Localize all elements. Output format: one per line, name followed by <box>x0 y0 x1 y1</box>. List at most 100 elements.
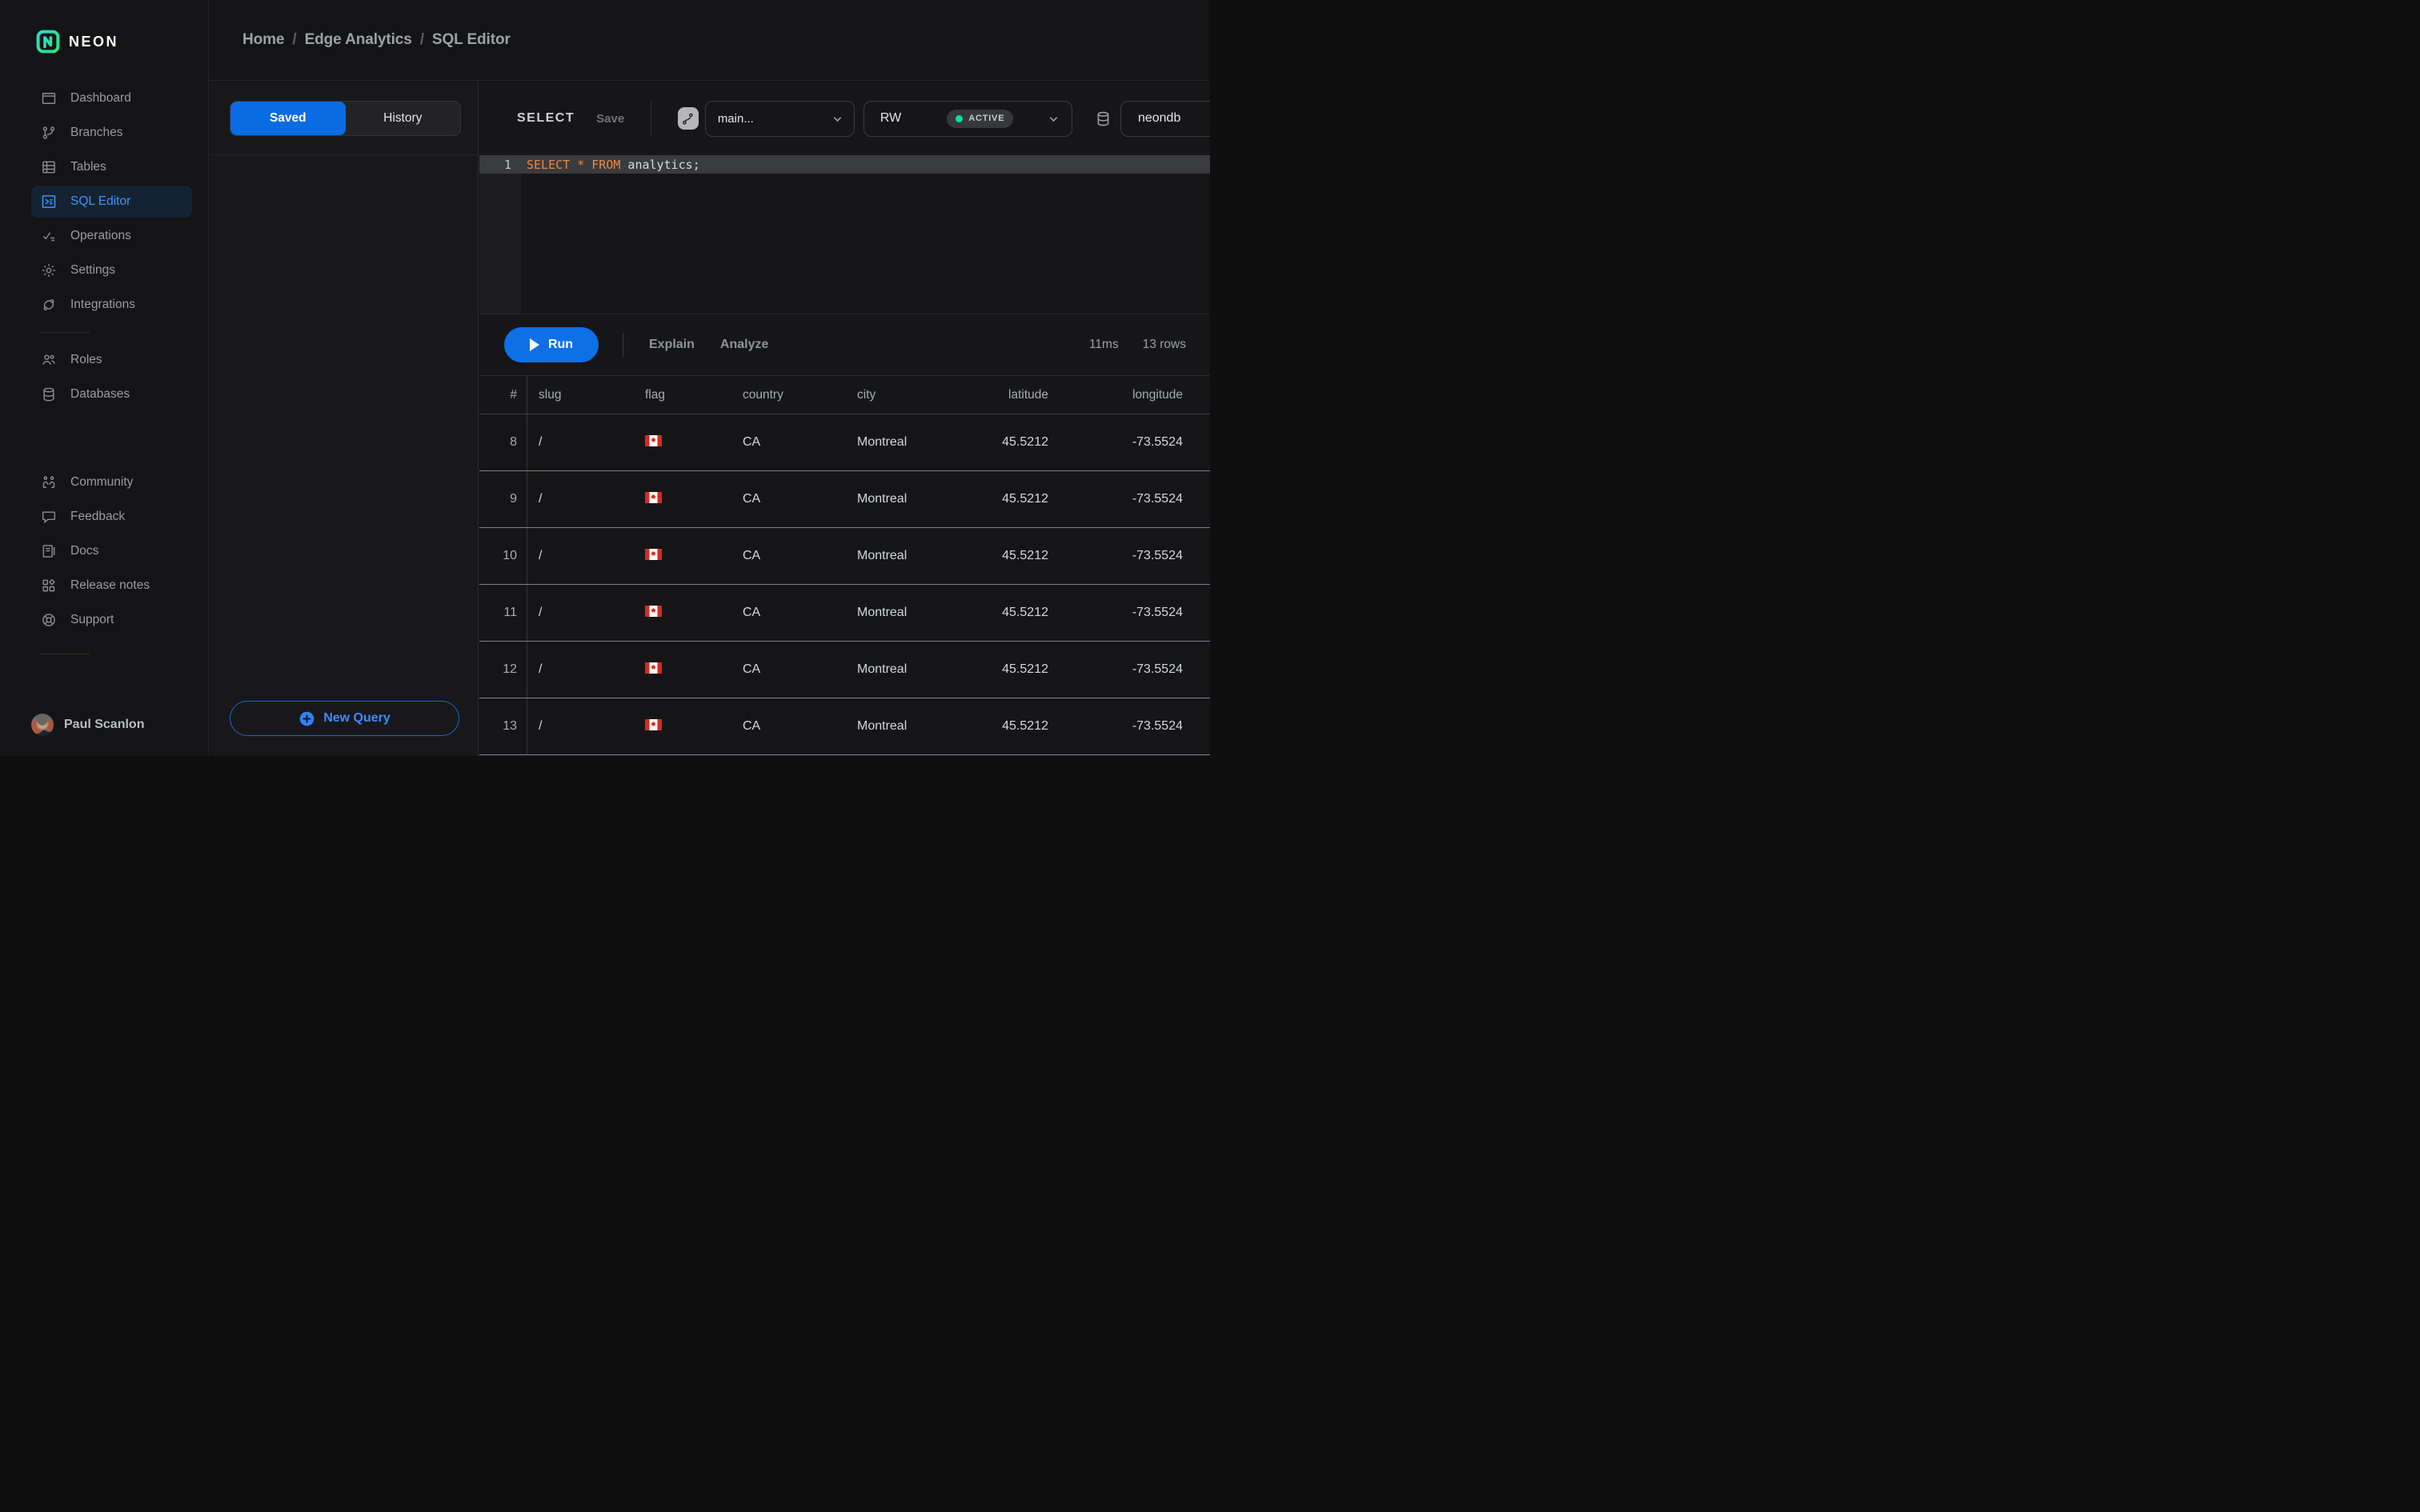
gear-icon <box>41 262 57 278</box>
compute-select-value: RW <box>880 111 901 126</box>
canada-flag-icon <box>645 492 662 503</box>
cell-latitude: 45.5212 <box>991 606 1048 620</box>
sidebar-divider <box>40 332 90 333</box>
query-type-label: SELECT <box>517 111 575 126</box>
git-branch-icon <box>41 125 57 141</box>
sidebar-item-label: Docs <box>70 544 98 558</box>
analyze-button[interactable]: Analyze <box>720 338 768 352</box>
explain-button[interactable]: Explain <box>649 338 695 352</box>
cell-flag <box>634 662 731 678</box>
canada-flag-icon <box>645 662 662 674</box>
cell-longitude: -73.5524 <box>1048 662 1183 677</box>
user-menu[interactable]: Paul Scanlon <box>31 714 144 736</box>
column-header-country: country <box>731 388 846 402</box>
tab-history[interactable]: History <box>346 102 461 135</box>
sidebar-item-support[interactable]: Support <box>31 604 192 636</box>
cell-country: CA <box>731 549 846 563</box>
canada-flag-icon <box>645 719 662 730</box>
sidebar-item-docs[interactable]: Docs <box>31 535 192 567</box>
chevron-down-icon <box>831 112 844 126</box>
query-toolbar: Run Explain Analyze 11ms 13 rows <box>479 314 1210 376</box>
cell-latitude: 45.5212 <box>991 492 1048 506</box>
sidebar-item-release-notes[interactable]: Release notes <box>31 570 192 602</box>
avatar <box>31 714 54 736</box>
breadcrumb-home[interactable]: Home <box>242 31 284 49</box>
save-query-button[interactable]: Save <box>596 112 624 126</box>
cell-longitude: -73.5524 <box>1048 719 1183 734</box>
cell-slug: / <box>527 662 634 677</box>
cell-slug: / <box>527 435 634 450</box>
brand-logo[interactable]: NEON <box>0 0 208 54</box>
sidebar-item-label: Tables <box>70 160 106 174</box>
cell-flag <box>634 606 731 621</box>
saved-queries-panel: Saved History New Query <box>210 82 479 756</box>
sidebar-item-feedback[interactable]: Feedback <box>31 501 192 533</box>
cell-slug: / <box>527 492 634 506</box>
cell-longitude: -73.5524 <box>1048 492 1183 506</box>
integrations-icon <box>41 297 57 313</box>
cell-slug: / <box>527 549 634 563</box>
checklist-icon <box>41 228 57 244</box>
cell-flag <box>634 435 731 450</box>
cell-city: Montreal <box>846 435 991 450</box>
results-header-row: # slug flag country city latitude longit… <box>479 376 1210 414</box>
row-index: 11 <box>479 585 527 641</box>
cell-latitude: 45.5212 <box>991 719 1048 734</box>
breadcrumb-page[interactable]: SQL Editor <box>432 31 511 49</box>
cell-city: Montreal <box>846 662 991 677</box>
sidebar-item-label: Dashboard <box>70 91 131 106</box>
sidebar-item-sql-editor[interactable]: SQL Editor <box>31 186 192 218</box>
column-header-longitude: longitude <box>1048 388 1183 402</box>
active-status-dot <box>956 115 963 122</box>
cell-country: CA <box>731 492 846 506</box>
row-index: 13 <box>479 698 527 754</box>
results-table: # slug flag country city latitude longit… <box>479 376 1210 755</box>
database-icon <box>1095 110 1112 127</box>
user-name: Paul Scanlon <box>64 718 144 732</box>
users-icon <box>41 352 57 368</box>
tab-saved[interactable]: Saved <box>230 102 346 135</box>
sidebar-item-dashboard[interactable]: Dashboard <box>31 82 192 114</box>
cell-slug: / <box>527 719 634 734</box>
code-line-1[interactable]: 1 SELECT * FROM analytics; <box>479 155 1210 174</box>
new-query-button[interactable]: New Query <box>230 701 459 736</box>
database-select-value: neondb <box>1138 111 1180 126</box>
breadcrumb-project[interactable]: Edge Analytics <box>305 31 412 49</box>
sidebar-nav: Dashboard Branches Tables SQL Editor Ope… <box>0 80 208 666</box>
sidebar-item-databases[interactable]: Databases <box>31 378 192 410</box>
run-button[interactable]: Run <box>504 327 599 362</box>
saved-panel-header: Saved History <box>210 82 478 155</box>
table-row: 13 / CA Montreal 45.5212 -73.5524 <box>479 698 1210 755</box>
sidebar-item-label: Operations <box>70 229 131 243</box>
sidebar-item-settings[interactable]: Settings <box>31 254 192 286</box>
sidebar-item-integrations[interactable]: Integrations <box>31 289 192 321</box>
query-duration: 11ms <box>1089 338 1119 352</box>
row-index: 10 <box>479 528 527 584</box>
sidebar-item-label: Settings <box>70 263 115 278</box>
sidebar-item-community[interactable]: Community <box>31 466 192 498</box>
cell-country: CA <box>731 719 846 734</box>
table-row: 12 / CA Montreal 45.5212 -73.5524 <box>479 642 1210 698</box>
database-icon <box>41 386 57 402</box>
sidebar-item-tables[interactable]: Tables <box>31 151 192 183</box>
sidebar-item-label: Roles <box>70 353 102 367</box>
compute-select[interactable]: RW ACTIVE <box>863 101 1072 137</box>
database-select[interactable]: neondb <box>1120 101 1210 137</box>
sidebar-item-roles[interactable]: Roles <box>31 344 192 376</box>
cell-flag <box>634 492 731 507</box>
sidebar-item-operations[interactable]: Operations <box>31 220 192 252</box>
column-header-slug: slug <box>527 388 634 402</box>
column-header-city: city <box>846 388 991 402</box>
sidebar-item-branches[interactable]: Branches <box>31 117 192 149</box>
cell-latitude: 45.5212 <box>991 549 1048 563</box>
cell-longitude: -73.5524 <box>1048 549 1183 563</box>
community-icon <box>41 474 57 490</box>
plus-circle-icon <box>298 710 315 727</box>
release-notes-icon <box>41 578 57 594</box>
sql-code-editor[interactable]: 1 SELECT * FROM analytics; <box>479 155 1210 314</box>
branch-select[interactable]: main... <box>705 101 855 137</box>
sidebar-item-label: Branches <box>70 126 122 140</box>
sidebar-item-label: Feedback <box>70 510 125 524</box>
brand-wordmark: NEON <box>69 34 118 50</box>
sidebar-item-label: Release notes <box>70 578 150 593</box>
